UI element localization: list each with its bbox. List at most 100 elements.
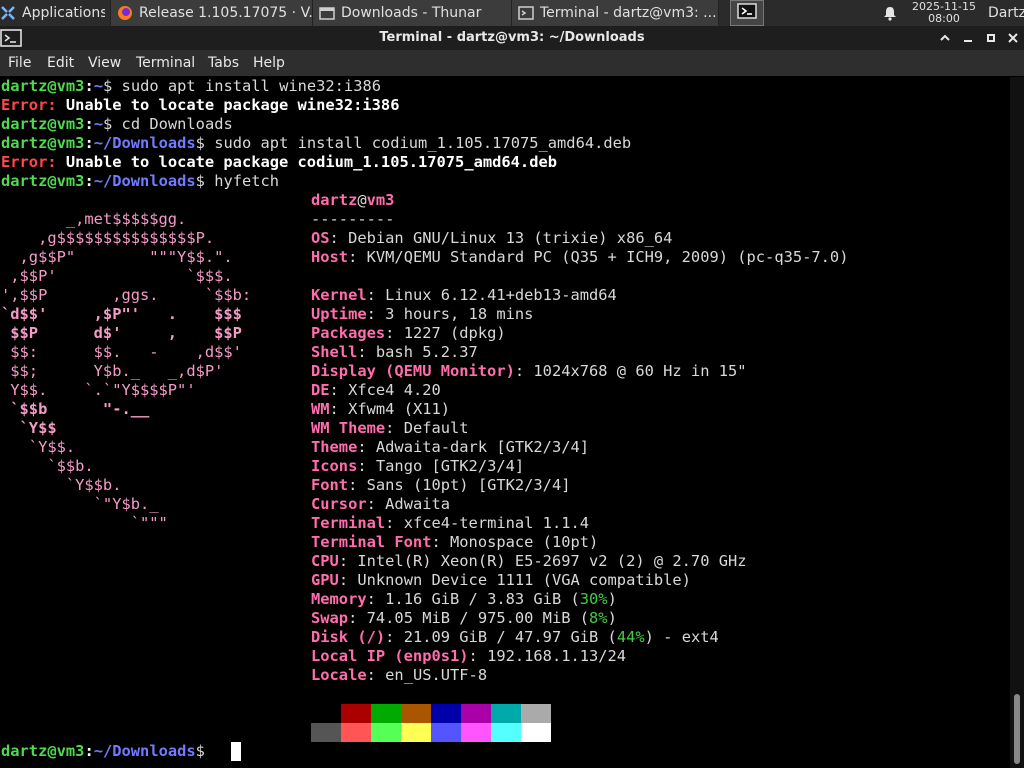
info-value: xfce4-terminal 1.1.4 [403, 514, 590, 532]
info-row: Terminal Font: Monospace (10pt) [311, 533, 599, 551]
info-value: 21.09 GiB / 47.97 GiB [403, 628, 599, 646]
top-panel: Applications Release 1.105.17075 · V... … [0, 0, 1024, 26]
info-row: DE: Xfce4 4.20 [311, 381, 441, 399]
info-key: Terminal Font [311, 533, 432, 551]
window-titlebar[interactable]: Terminal - dartz@vm3: ~/Downloads [0, 26, 1024, 50]
info-value: Adwaita [385, 495, 451, 513]
menu-file[interactable]: File [8, 50, 31, 76]
minimize-button[interactable] [957, 26, 979, 50]
logo-line: `$$b. [1, 457, 94, 475]
applications-menu[interactable]: Applications [0, 0, 105, 26]
sysinfo-separator: --------- [311, 210, 395, 228]
info-value: 1227 (dpkg) [403, 324, 506, 342]
maximize-button[interactable] [980, 26, 1002, 50]
info-key: Uptime [311, 305, 367, 323]
close-icon [1007, 29, 1019, 48]
info-row-swap: Swap: 74.05 MiB / 975.00 MiB (8%) [311, 609, 617, 627]
window-title: Terminal - dartz@vm3: ~/Downloads [379, 30, 645, 45]
info-value: bash 5.2.37 [375, 343, 478, 361]
logo-line: $$P d$' , $$P [1, 324, 242, 342]
sysinfo-title: dartz@vm3 [311, 191, 395, 209]
menu-view[interactable]: View [88, 50, 121, 76]
info-row-locale: Locale: en_US.UTF-8 [311, 666, 488, 684]
info-key: Packages [311, 324, 386, 342]
prompt-line: dartz@vm3:~/Downloads$ hyfetch [1, 172, 280, 190]
palette-swatch [521, 704, 551, 723]
info-value: 1.16 GiB / 3.83 GiB [385, 590, 562, 608]
info-row: Host: KVM/QEMU Standard PC (Q35 + ICH9, … [311, 248, 849, 266]
terminal-window-icon [518, 5, 534, 21]
taskbar-item-thunar[interactable]: Downloads - Thunar [312, 0, 517, 26]
info-row-local-ip: Local IP (enp0s1): 192.168.1.13/24 [311, 647, 627, 665]
terminal-output[interactable]: dartz@vm3:~$ sudo apt install wine32:i38… [0, 77, 1010, 768]
user-menu[interactable]: Dartz [988, 0, 1024, 26]
error-line: Error: Unable to locate package wine32:i… [1, 96, 399, 115]
info-key: WM [311, 400, 330, 418]
info-value: Adwaita-dark [GTK2/3/4] [375, 438, 590, 456]
prompt-line: dartz@vm3:~$ cd Downloads [1, 115, 233, 133]
command-text: hyfetch [214, 172, 280, 190]
logo-line: $$: $$. - ,d$$' [1, 343, 242, 361]
swap-percent: 8% [589, 609, 608, 627]
logo-line: `""" [1, 514, 168, 532]
info-value: 1024x768 @ 60 Hz in 15" [533, 362, 747, 380]
info-value: Xfce4 4.20 [348, 381, 441, 399]
disk-percent: 44% [616, 628, 645, 646]
panel-clock[interactable]: 2025-11-15 08:00 [908, 0, 980, 27]
taskbar-item-label: Terminal - dartz@vm3: ... [540, 5, 717, 21]
info-row: Theme: Adwaita-dark [GTK2/3/4] [311, 438, 590, 456]
applications-label: Applications [22, 5, 105, 21]
palette-swatch [341, 704, 371, 723]
command-text: cd Downloads [121, 115, 233, 133]
info-row: CPU: Intel(R) Xeon(R) E5-2697 v2 (2) @ 2… [311, 552, 747, 570]
info-value: Tango [GTK2/3/4] [375, 457, 525, 475]
info-row: Terminal: xfce4-terminal 1.1.4 [311, 514, 590, 532]
palette-swatch [461, 704, 491, 723]
logo-line: ,g$$P" """Y$$.". [1, 248, 233, 266]
info-row-disk: Disk (/): 21.09 GiB / 47.97 GiB (44%) - … [311, 628, 719, 646]
scrollbar-thumb[interactable] [1014, 694, 1020, 764]
info-key: OS [311, 229, 330, 247]
taskbar-item-terminal[interactable]: Terminal - dartz@vm3: ... [511, 0, 719, 26]
info-row: OS: Debian GNU/Linux 13 (trixie) x86_64 [311, 229, 673, 247]
logo-line: `"Y$b._ [1, 495, 159, 513]
info-row: Font: Sans (10pt) [GTK2/3/4] [311, 476, 571, 494]
menu-bar: File Edit View Terminal Tabs Help [0, 50, 1024, 76]
info-key: Icons [311, 457, 358, 475]
info-value: 74.05 MiB / 975.00 MiB [366, 609, 571, 627]
taskbar-item-firefox[interactable]: Release 1.105.17075 · V... [110, 0, 318, 26]
menu-edit[interactable]: Edit [47, 50, 74, 76]
info-key: Disk (/) [311, 628, 386, 646]
info-key: Theme [311, 438, 358, 456]
info-value: Linux 6.12.41+deb13-amd64 [385, 286, 617, 304]
palette-swatch [341, 723, 371, 742]
palette-swatch [491, 704, 521, 723]
vertical-scrollbar[interactable] [1010, 77, 1024, 768]
menu-terminal[interactable]: Terminal [136, 50, 195, 76]
info-key: GPU [311, 571, 339, 589]
info-key: Swap [311, 609, 349, 627]
info-value: 192.168.1.13/24 [487, 647, 627, 665]
info-key: WM Theme [311, 419, 386, 437]
error-message: Unable to locate package wine32:i386 [65, 96, 400, 114]
notification-bell-icon[interactable] [880, 3, 900, 23]
logo-line: ',$$P ,ggs. `$$b: [1, 286, 252, 304]
info-value: 3 hours, 18 mins [385, 305, 534, 323]
info-value: en_US.UTF-8 [385, 666, 488, 684]
info-value: Intel(R) Xeon(R) E5-2697 v2 (2) @ 2.70 G… [357, 552, 747, 570]
info-key: Locale [311, 666, 367, 684]
logo-line: $$; Y$b._ _,d$P' [1, 362, 224, 380]
palette-swatch [461, 723, 491, 742]
info-value: Sans (10pt) [GTK2/3/4] [366, 476, 571, 494]
roll-up-button[interactable] [934, 26, 956, 50]
menu-help[interactable]: Help [253, 50, 285, 76]
close-button[interactable] [1002, 26, 1024, 50]
menu-tabs[interactable]: Tabs [208, 50, 239, 76]
info-key: Cursor [311, 495, 367, 513]
palette-swatch [431, 723, 461, 742]
info-value: KVM/QEMU Standard PC (Q35 + ICH9, 2009) … [366, 248, 849, 266]
info-key: Display (QEMU Monitor) [311, 362, 515, 380]
palette-swatch [311, 723, 341, 742]
terminal-launcher-button[interactable] [730, 0, 764, 26]
info-row: Kernel: Linux 6.12.41+deb13-amd64 [311, 286, 617, 304]
